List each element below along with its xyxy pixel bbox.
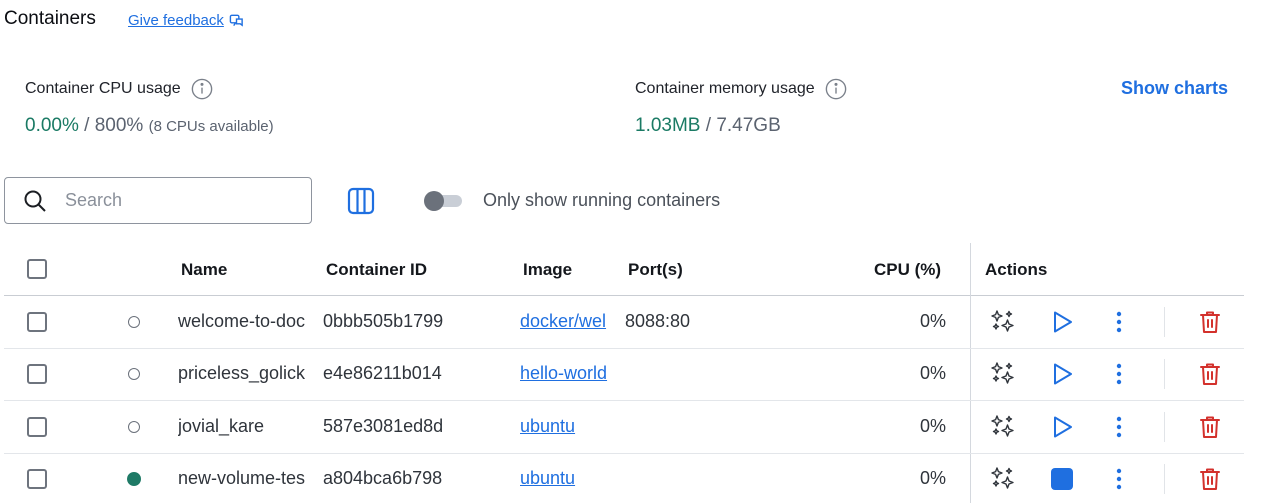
cpu-note: (8 CPUs available) xyxy=(148,118,274,135)
actions-column-divider xyxy=(970,243,971,503)
more-vertical-icon[interactable] xyxy=(1105,360,1133,388)
give-feedback-link[interactable]: Give feedback xyxy=(128,12,244,29)
memory-used: 1.03MB xyxy=(635,115,701,136)
cpu-percent: 0% xyxy=(919,363,946,383)
row-checkbox[interactable] xyxy=(27,364,47,384)
status-indicator xyxy=(128,316,140,328)
container-name[interactable]: jovial_kare xyxy=(178,416,314,437)
cpu-percent: 0% xyxy=(919,416,946,436)
more-vertical-icon[interactable] xyxy=(1105,308,1133,336)
give-feedback-label: Give feedback xyxy=(128,12,224,29)
more-vertical-icon[interactable] xyxy=(1105,413,1133,441)
status-indicator xyxy=(127,472,141,486)
page-title: Containers xyxy=(4,8,96,29)
action-separator xyxy=(1164,464,1165,494)
cpu-percent: 0% xyxy=(919,311,946,331)
container-id: 0bbb505b1799 xyxy=(323,311,444,331)
sparkles-icon[interactable] xyxy=(989,360,1017,388)
memory-usage-value: 1.03MB / 7.47GB xyxy=(635,115,781,137)
container-id: a804bca6b798 xyxy=(323,468,443,488)
cpu-percent: 0% xyxy=(919,468,946,488)
row-checkbox[interactable] xyxy=(27,469,47,489)
toggle-knob xyxy=(424,191,444,211)
action-separator xyxy=(1164,412,1165,442)
container-id: 587e3081ed8d xyxy=(323,416,444,436)
cpu-usage-label-text: Container CPU usage xyxy=(25,80,181,97)
container-name[interactable]: welcome-to-doc xyxy=(178,311,314,332)
trash-icon[interactable] xyxy=(1196,465,1224,493)
image-link[interactable]: ubuntu xyxy=(520,468,616,489)
image-link[interactable]: hello-world xyxy=(520,363,616,384)
play-icon[interactable] xyxy=(1048,413,1076,441)
action-separator xyxy=(1164,307,1165,337)
search-input[interactable] xyxy=(63,189,297,212)
sparkles-icon[interactable] xyxy=(989,308,1017,336)
cpu-used: 0.00% xyxy=(25,115,79,136)
more-vertical-icon[interactable] xyxy=(1105,465,1133,493)
info-icon[interactable] xyxy=(191,78,213,100)
memory-total: / 7.47GB xyxy=(700,115,781,136)
container-id: e4e86211b014 xyxy=(323,363,442,383)
running-only-toggle[interactable] xyxy=(424,191,464,211)
status-indicator xyxy=(128,368,140,380)
column-header-actions: Actions xyxy=(985,260,1048,279)
port-mapping[interactable]: 8088:80 xyxy=(625,311,745,332)
memory-usage-label-text: Container memory usage xyxy=(635,80,815,97)
info-icon[interactable] xyxy=(825,78,847,100)
action-separator xyxy=(1164,359,1165,389)
image-link[interactable]: docker/wel xyxy=(520,311,616,332)
cpu-total: / 800% xyxy=(78,115,144,136)
show-charts-button[interactable]: Show charts xyxy=(1121,78,1228,99)
cpu-usage-label: Container CPU usage xyxy=(25,78,213,100)
play-icon[interactable] xyxy=(1048,308,1076,336)
row-divider xyxy=(4,453,1244,454)
column-header-ports[interactable]: Port(s) xyxy=(628,260,683,280)
column-header-cpu[interactable]: CPU (%) xyxy=(874,260,941,280)
search-box[interactable] xyxy=(4,177,312,224)
memory-usage-label: Container memory usage xyxy=(635,78,847,100)
sparkles-icon[interactable] xyxy=(989,465,1017,493)
feedback-icon xyxy=(229,14,243,27)
column-header-image[interactable]: Image xyxy=(523,260,572,280)
column-header-container-id[interactable]: Container ID xyxy=(326,260,427,280)
status-indicator xyxy=(128,421,140,433)
image-link[interactable]: ubuntu xyxy=(520,416,616,437)
cpu-usage-value: 0.00% / 800% (8 CPUs available) xyxy=(25,115,274,137)
trash-icon[interactable] xyxy=(1196,413,1224,441)
row-divider xyxy=(4,400,1244,401)
trash-icon[interactable] xyxy=(1196,308,1224,336)
trash-icon[interactable] xyxy=(1196,360,1224,388)
container-name[interactable]: new-volume-tes xyxy=(178,468,314,489)
stop-icon[interactable] xyxy=(1048,465,1076,493)
search-icon xyxy=(24,190,46,212)
sparkles-icon[interactable] xyxy=(989,413,1017,441)
row-divider xyxy=(4,348,1244,349)
running-only-label: Only show running containers xyxy=(483,190,721,210)
column-header-name[interactable]: Name xyxy=(181,260,227,280)
container-name[interactable]: priceless_golick xyxy=(178,363,314,384)
play-icon[interactable] xyxy=(1048,360,1076,388)
table-header-divider xyxy=(4,295,1244,296)
select-all-checkbox[interactable] xyxy=(27,259,47,279)
columns-icon[interactable] xyxy=(346,186,376,216)
row-checkbox[interactable] xyxy=(27,312,47,332)
row-checkbox[interactable] xyxy=(27,417,47,437)
